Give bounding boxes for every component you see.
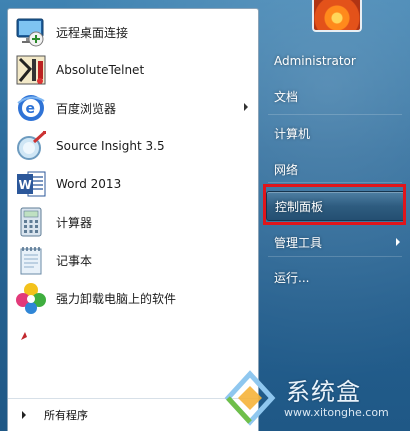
submenu-arrow-icon	[396, 238, 400, 246]
link-administrator[interactable]: Administrator	[266, 46, 406, 76]
program-uninstaller[interactable]: 强力卸载电脑上的软件	[12, 279, 256, 317]
svg-text:e: e	[26, 101, 36, 117]
divider	[268, 182, 402, 183]
program-label: 计算器	[56, 215, 93, 230]
source-insight-icon	[14, 129, 48, 163]
absolutetelnet-icon	[14, 53, 48, 87]
link-label: 计算机	[274, 126, 311, 141]
all-programs-button[interactable]: 所有程序	[22, 407, 88, 423]
highlight-annotation-box	[263, 184, 406, 225]
link-label: Administrator	[274, 54, 356, 68]
program-word[interactable]: W Word 2013	[12, 165, 256, 203]
divider	[268, 256, 402, 257]
program-label: AbsoluteTelnet	[56, 63, 145, 77]
remote-desktop-icon	[14, 15, 48, 49]
program-absolutetelnet[interactable]: AbsoluteTelnet	[12, 51, 256, 89]
watermark-brand: 系统盒	[286, 378, 361, 406]
all-programs-label: 所有程序	[44, 409, 88, 422]
program-notepad[interactable]: 记事本	[12, 241, 256, 279]
svg-text:W: W	[19, 178, 32, 192]
program-label: 远程桌面连接	[56, 25, 129, 40]
pinned-marker-icon	[21, 332, 27, 340]
calculator-icon	[14, 205, 48, 239]
watermark-logo-icon	[224, 370, 276, 426]
program-label: 强力卸载电脑上的软件	[56, 291, 177, 306]
baidu-browser-icon: e	[14, 91, 48, 125]
watermark: 系统盒 www.xitonghe.com	[220, 368, 408, 428]
program-baidu-browser[interactable]: e 百度浏览器	[12, 89, 256, 127]
program-label: Word 2013	[56, 177, 122, 191]
program-remote-desktop[interactable]: 远程桌面连接	[12, 13, 256, 51]
link-label: 文档	[274, 89, 299, 104]
arrow-right-icon	[22, 411, 26, 419]
link-computer[interactable]: 计算机	[266, 118, 406, 148]
user-avatar[interactable]	[312, 0, 362, 32]
program-label: Source Insight 3.5	[56, 139, 165, 153]
link-network[interactable]: 网络	[266, 154, 406, 184]
program-label: 百度浏览器	[56, 101, 117, 116]
program-calculator[interactable]: 计算器	[12, 203, 256, 241]
program-source-insight[interactable]: Source Insight 3.5	[12, 127, 256, 165]
link-label: 网络	[274, 162, 299, 177]
program-label: 记事本	[56, 253, 93, 268]
submenu-arrow-icon	[244, 103, 248, 111]
link-label: 管理工具	[274, 235, 323, 250]
notepad-icon	[14, 243, 48, 277]
link-run[interactable]: 运行...	[266, 262, 406, 292]
watermark-url: www.xitonghe.com	[284, 406, 389, 419]
uninstaller-icon	[14, 281, 48, 315]
divider	[268, 114, 402, 115]
link-documents[interactable]: 文档	[266, 81, 406, 111]
link-label: 运行...	[274, 270, 310, 285]
link-admin-tools[interactable]: 管理工具	[266, 227, 406, 257]
word-icon: W	[14, 167, 48, 201]
